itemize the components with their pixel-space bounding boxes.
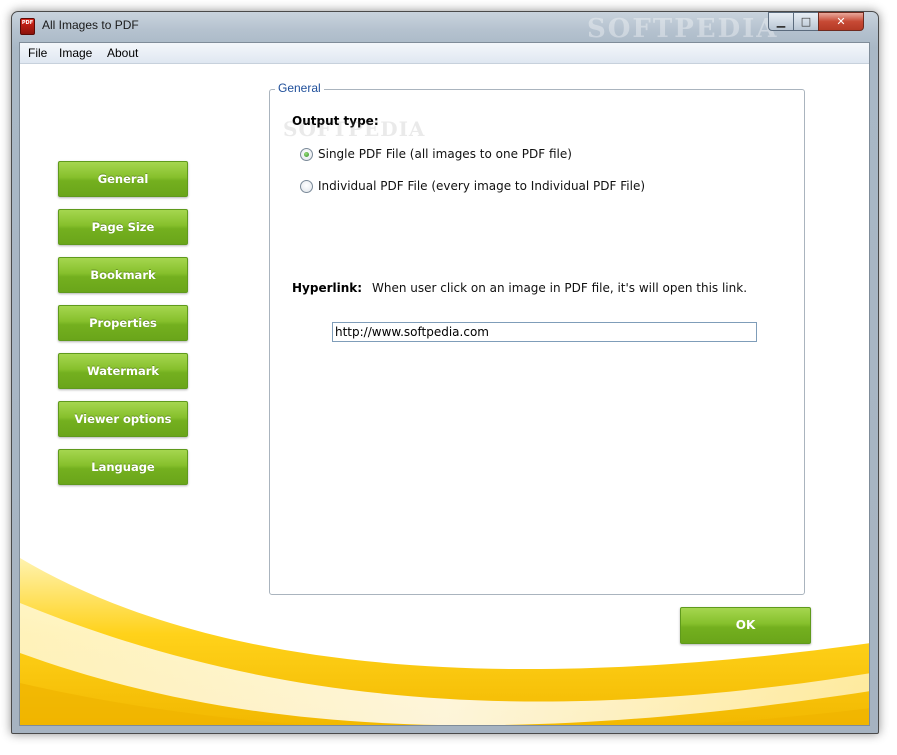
nav-watermark-button[interactable]: Watermark — [58, 353, 188, 389]
client-area: File Image About General Page Size Bookm… — [19, 42, 870, 726]
nav-bookmark-button[interactable]: Bookmark — [58, 257, 188, 293]
maximize-button[interactable]: □ — [793, 12, 819, 31]
softpedia-watermark: SOFTPEDIA — [587, 14, 779, 44]
menu-bar: File Image About — [20, 43, 869, 64]
nav-properties-button[interactable]: Properties — [58, 305, 188, 341]
softpedia-watermark-inline: SOFTPEDIA — [283, 117, 426, 141]
hyperlink-input[interactable] — [332, 322, 757, 342]
radio-selected-dot — [304, 152, 309, 157]
menu-about[interactable]: About — [107, 46, 138, 60]
minimize-button[interactable]: ▁ — [768, 12, 794, 31]
individual-pdf-label[interactable]: Individual PDF File (every image to Indi… — [318, 179, 645, 193]
individual-pdf-radio[interactable] — [300, 180, 313, 193]
nav-page-size-button[interactable]: Page Size — [58, 209, 188, 245]
window-title: All Images to PDF — [42, 18, 139, 32]
groupbox-legend: General — [275, 81, 324, 95]
ok-button[interactable]: OK — [680, 607, 811, 644]
pdf-app-icon: PDF — [20, 18, 35, 35]
nav-general-button[interactable]: General — [58, 161, 188, 197]
single-pdf-radio[interactable] — [300, 148, 313, 161]
close-button[interactable]: ✕ — [818, 12, 864, 31]
general-groupbox — [269, 89, 805, 595]
nav-language-button[interactable]: Language — [58, 449, 188, 485]
title-bar[interactable]: PDF All Images to PDF SOFTPEDIA ▁ □ ✕ — [12, 12, 878, 44]
single-pdf-label[interactable]: Single PDF File (all images to one PDF f… — [318, 147, 572, 161]
hyperlink-label: Hyperlink: — [292, 281, 363, 295]
nav-viewer-options-button[interactable]: Viewer options — [58, 401, 188, 437]
menu-image[interactable]: Image — [59, 46, 92, 60]
menu-file[interactable]: File — [28, 46, 47, 60]
hyperlink-hint: When user click on an image in PDF file,… — [372, 281, 748, 295]
app-window: PDF All Images to PDF SOFTPEDIA ▁ □ ✕ Fi… — [11, 11, 879, 734]
